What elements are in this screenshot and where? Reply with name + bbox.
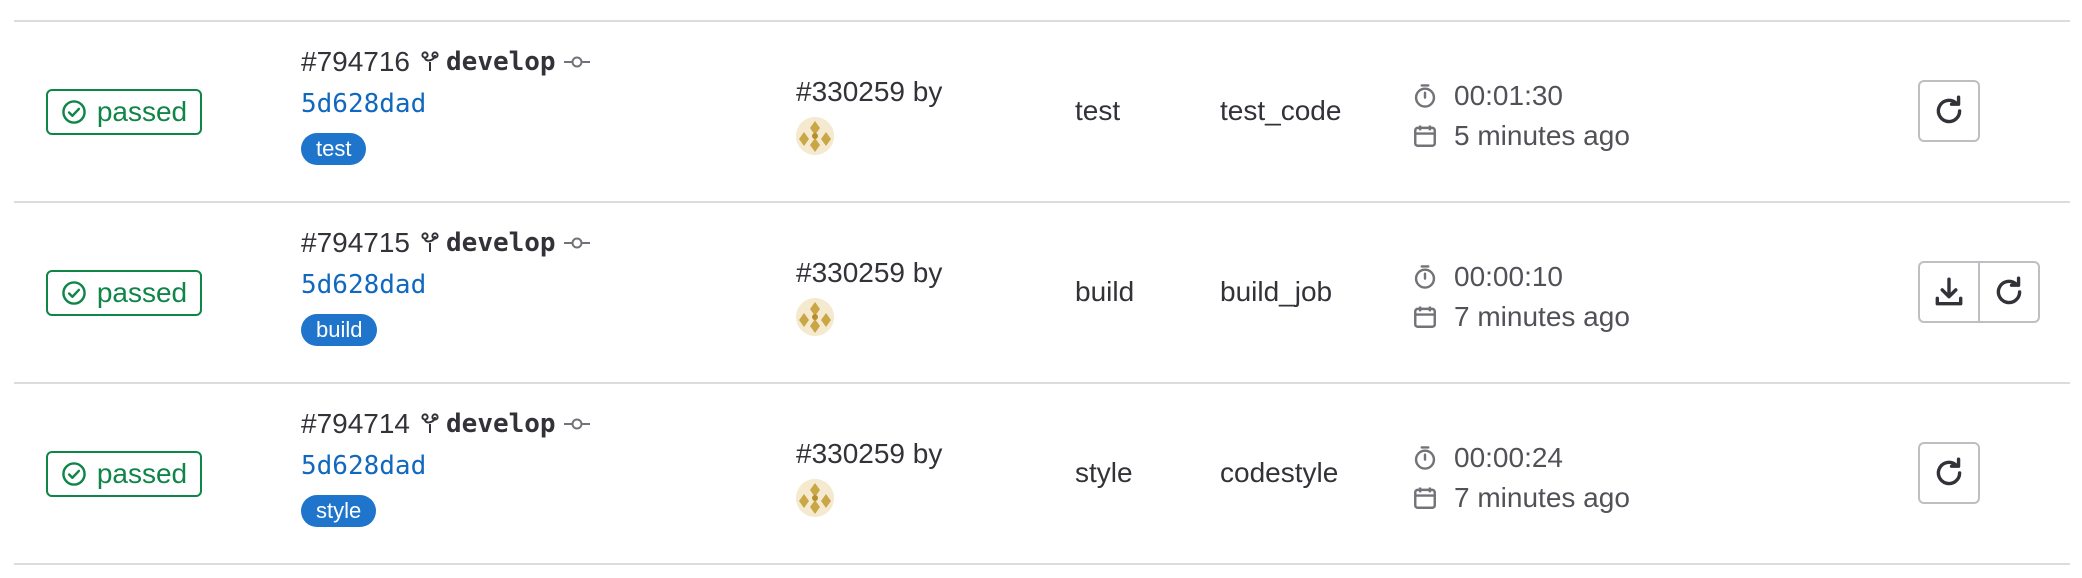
- commit-sha-link[interactable]: 5d628dad: [301, 89, 426, 119]
- job-name: build_job: [1220, 276, 1333, 307]
- pipeline-link[interactable]: #330259 by: [796, 76, 942, 108]
- commit-icon: [563, 236, 590, 250]
- retry-icon: [1936, 457, 1962, 486]
- commit-icon: [563, 417, 590, 431]
- stage-badge: style: [301, 495, 377, 527]
- finished-time: 7 minutes ago: [1454, 482, 1630, 513]
- status-badge[interactable]: passed: [46, 89, 202, 135]
- branch-icon: [420, 413, 440, 435]
- job-actions: [1918, 442, 1980, 504]
- timer-icon: [1412, 83, 1438, 109]
- commit-sha-link[interactable]: 5d628dad: [301, 451, 426, 481]
- stage-name: style: [1075, 457, 1133, 488]
- job-info: #794716 develop: [301, 46, 590, 78]
- status-badge[interactable]: passed: [46, 270, 202, 316]
- download-icon: [1935, 277, 1963, 306]
- finished-time: 5 minutes ago: [1454, 120, 1630, 151]
- job-actions: [1918, 261, 2040, 323]
- branch-icon: [420, 51, 440, 73]
- duration: 00:01:30: [1454, 80, 1563, 111]
- status-label: passed: [96, 277, 188, 308]
- status-label: passed: [96, 458, 188, 489]
- job-id-link[interactable]: #794716: [301, 46, 410, 78]
- branch-icon: [420, 232, 440, 254]
- pipeline-link[interactable]: #330259 by: [796, 438, 942, 470]
- retry-button[interactable]: [1918, 80, 1980, 142]
- job-timing: 00:00:10 7 minutes ago: [1412, 257, 1630, 337]
- job-info: #794714 develop: [301, 408, 590, 440]
- retry-button[interactable]: [1918, 442, 1980, 504]
- job-name: codestyle: [1220, 457, 1339, 488]
- finished-time: 7 minutes ago: [1454, 301, 1630, 332]
- download-artifacts-button[interactable]: [1918, 261, 1980, 323]
- pipeline-link[interactable]: #330259 by: [796, 257, 942, 289]
- avatar[interactable]: [796, 117, 834, 155]
- row-divider: [14, 563, 2070, 565]
- table-row: passed #794715 develop 5d628dad build #3…: [14, 203, 2070, 383]
- job-actions: [1918, 80, 1980, 142]
- job-info: #794715 develop: [301, 227, 590, 259]
- job-id-link[interactable]: #794714: [301, 408, 410, 440]
- timer-icon: [1412, 445, 1438, 471]
- retry-icon: [1996, 276, 2022, 305]
- retry-icon: [1936, 95, 1962, 124]
- calendar-icon: [1412, 485, 1438, 511]
- calendar-icon: [1412, 304, 1438, 330]
- status-label: passed: [96, 96, 188, 127]
- table-row: passed #794716 develop 5d628dad test #33…: [14, 22, 2070, 202]
- job-timing: 00:01:30 5 minutes ago: [1412, 76, 1630, 156]
- branch-link[interactable]: develop: [446, 47, 556, 77]
- check-circle-icon: [62, 281, 86, 305]
- stage-name: test: [1075, 95, 1121, 126]
- stage-badge: build: [301, 314, 378, 346]
- job-id-link[interactable]: #794715: [301, 227, 410, 259]
- commit-sha-link[interactable]: 5d628dad: [301, 270, 426, 300]
- duration: 00:00:24: [1454, 442, 1563, 473]
- avatar[interactable]: [796, 479, 834, 517]
- retry-button[interactable]: [1978, 261, 2040, 323]
- stage-name: build: [1075, 276, 1135, 307]
- avatar[interactable]: [796, 298, 834, 336]
- branch-link[interactable]: develop: [446, 228, 556, 258]
- job-timing: 00:00:24 7 minutes ago: [1412, 438, 1630, 518]
- check-circle-icon: [62, 462, 86, 486]
- job-name: test_code: [1220, 95, 1342, 126]
- calendar-icon: [1412, 123, 1438, 149]
- stage-badge: test: [301, 133, 367, 165]
- duration: 00:00:10: [1454, 261, 1563, 292]
- commit-icon: [563, 55, 590, 69]
- branch-link[interactable]: develop: [446, 409, 556, 439]
- timer-icon: [1412, 264, 1438, 290]
- check-circle-icon: [62, 100, 86, 124]
- table-row: passed #794714 develop 5d628dad style #3…: [14, 384, 2070, 564]
- status-badge[interactable]: passed: [46, 451, 202, 497]
